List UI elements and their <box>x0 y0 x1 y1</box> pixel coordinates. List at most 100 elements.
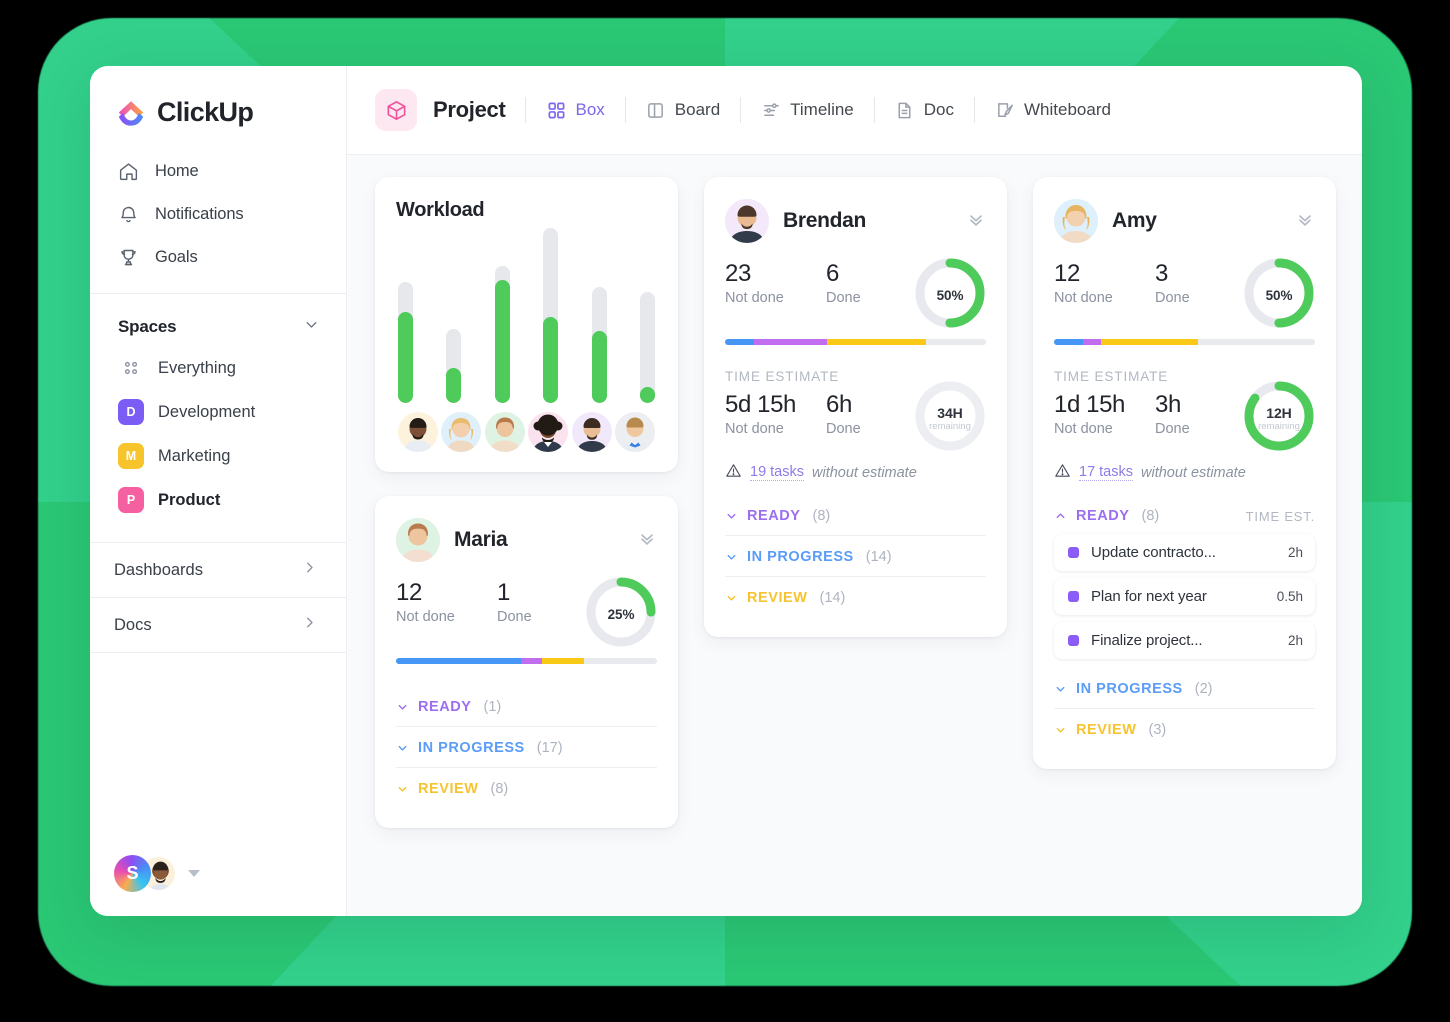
sidebar-item-marketing[interactable]: M Marketing <box>90 434 346 478</box>
chevron-double-down-icon[interactable] <box>966 209 986 234</box>
workload-bar[interactable] <box>591 287 607 403</box>
avatar[interactable] <box>398 412 438 452</box>
chevron-down-icon <box>725 510 738 523</box>
member-name: Amy <box>1112 209 1157 232</box>
status-review[interactable]: REVIEW (14) <box>725 577 986 617</box>
sidebar-item-docs[interactable]: Docs <box>90 597 346 652</box>
tab-whiteboard[interactable]: Whiteboard <box>995 100 1111 120</box>
task-stats: 23 Not done 6 Done 50% <box>725 258 986 328</box>
caret-down-icon[interactable] <box>188 870 200 877</box>
workload-bar[interactable] <box>639 292 655 403</box>
segment-yellow <box>542 658 584 664</box>
member-card-brendan: Brendan 23 Not done 6 Done 50% TIME ESTI… <box>704 177 1007 637</box>
board-column-3: Amy 12 Not done 3 Done 50% TIME ESTIMATE… <box>1033 177 1336 769</box>
status-ready[interactable]: READY (8) <box>725 495 986 536</box>
segment-blue <box>725 339 754 345</box>
board-column-1: Workload Maria 12 Not done 1 Done 25% RE… <box>375 177 678 828</box>
avatar[interactable] <box>528 412 569 452</box>
workload-bar[interactable] <box>398 282 413 403</box>
member-card-maria: Maria 12 Not done 1 Done 25% READY (1) I… <box>375 496 678 828</box>
sidebar-item-development[interactable]: D Development <box>90 390 346 434</box>
tab-doc[interactable]: Doc <box>895 100 954 120</box>
workload-bar[interactable] <box>446 329 462 403</box>
workload-bar[interactable] <box>543 228 559 403</box>
spaces-title: Spaces <box>118 317 177 336</box>
list-item[interactable]: Finalize project... 2h <box>1054 622 1315 659</box>
sidebar-item-label: Development <box>158 402 256 421</box>
segment-remaining <box>583 658 657 664</box>
stat-not-done: 1d 15h Not done <box>1054 391 1155 438</box>
stat-not-done: 12 Not done <box>396 579 497 626</box>
stat-label: Not done <box>1054 421 1113 438</box>
tab-label: Doc <box>923 100 954 119</box>
cube-icon <box>375 89 417 131</box>
main-area: Project Box Board Timeline Doc Whiteboar… <box>347 66 1362 916</box>
workload-bar[interactable] <box>494 266 510 403</box>
segment-purple <box>753 339 827 345</box>
sidebar-item-everything[interactable]: Everything <box>90 346 346 390</box>
missing-estimate-warning: 19 tasks without estimate <box>725 462 986 483</box>
task-status-dot <box>1068 635 1079 646</box>
avatar[interactable] <box>1054 199 1098 243</box>
avatar[interactable]: S <box>114 855 151 892</box>
status-in-progress[interactable]: IN PROGRESS (14) <box>725 536 986 577</box>
tab-timeline[interactable]: Timeline <box>761 100 854 120</box>
brand-logo[interactable]: ClickUp <box>90 66 346 128</box>
status-in-progress[interactable]: IN PROGRESS (2) <box>1054 668 1315 709</box>
clickup-logo-icon <box>116 98 146 128</box>
chevron-down-icon[interactable] <box>303 316 320 338</box>
tab-board[interactable]: Board <box>646 100 720 120</box>
chevron-double-down-icon[interactable] <box>1295 209 1315 234</box>
tasks-without-estimate-link[interactable]: 17 tasks <box>1079 464 1133 481</box>
columns-icon <box>646 100 666 120</box>
chevron-up-icon <box>1054 510 1067 523</box>
workload-card: Workload <box>375 177 678 472</box>
status-count: (1) <box>483 699 502 715</box>
avatar[interactable] <box>484 412 525 452</box>
stat-value: 23 <box>725 260 751 287</box>
progress-donut: 25% <box>583 574 659 655</box>
status-count: (8) <box>490 781 509 797</box>
stat-label: Not done <box>396 609 455 626</box>
list-item[interactable]: Plan for next year 0.5h <box>1054 578 1315 615</box>
sidebar-item-dashboards[interactable]: Dashboards <box>90 542 346 597</box>
task-stats: 12 Not done 3 Done 50% <box>1054 258 1315 328</box>
status-review[interactable]: REVIEW (8) <box>396 768 657 808</box>
sidebar-item-label: Docs <box>114 615 152 634</box>
spaces-header[interactable]: Spaces <box>90 294 346 346</box>
status-name: REVIEW <box>418 781 479 797</box>
status-ready[interactable]: READY (1) <box>396 686 657 727</box>
status-progress-bar <box>1054 339 1315 345</box>
stat-value: 5d 15h <box>725 391 797 418</box>
user-account-row[interactable]: S <box>114 855 200 892</box>
status-in-progress[interactable]: IN PROGRESS (17) <box>396 727 657 768</box>
avatar[interactable] <box>396 518 440 562</box>
avatar[interactable] <box>614 412 655 452</box>
avatar[interactable] <box>571 412 612 452</box>
stat-not-done: 12 Not done <box>1054 260 1155 306</box>
sidebar-item-notifications[interactable]: Notifications <box>90 193 346 236</box>
tab-box[interactable]: Box <box>546 100 605 120</box>
status-ready[interactable]: READY (8) TIME EST. <box>1054 495 1315 530</box>
member-header: Brendan <box>725 199 986 243</box>
chevron-double-down-icon[interactable] <box>637 528 657 553</box>
sidebar: ClickUp Home Notifications Goals Spaces … <box>90 66 347 916</box>
avatar[interactable] <box>441 412 482 452</box>
spaces-list: Everything D Development M Marketing P P… <box>90 346 346 522</box>
time-estimate-column-header: TIME EST. <box>1245 508 1315 524</box>
status-count: (3) <box>1148 722 1167 738</box>
chevron-down-icon <box>396 701 409 714</box>
warning-triangle-icon <box>1054 462 1071 483</box>
tasks-without-estimate-link[interactable]: 19 tasks <box>750 464 804 481</box>
time-remaining-donut: 34H remaining <box>912 378 988 459</box>
list-item[interactable]: Update contracto... 2h <box>1054 534 1315 571</box>
doc-icon <box>895 100 915 120</box>
status-review[interactable]: REVIEW (3) <box>1054 709 1315 749</box>
sidebar-footer-nav: Dashboards Docs <box>90 542 346 653</box>
avatar[interactable] <box>725 199 769 243</box>
sidebar-item-product[interactable]: P Product <box>90 478 346 522</box>
sidebar-item-home[interactable]: Home <box>90 150 346 193</box>
member-name: Maria <box>454 528 508 551</box>
sidebar-item-goals[interactable]: Goals <box>90 236 346 279</box>
chevron-right-icon <box>301 559 318 581</box>
